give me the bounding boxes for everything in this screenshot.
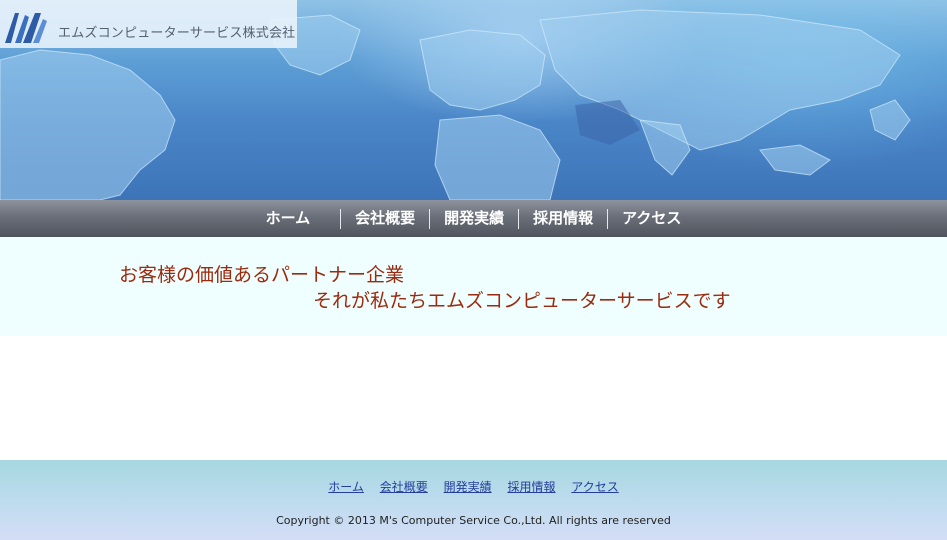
tagline-line-1: お客様の価値あるパートナー企業 xyxy=(119,264,405,286)
footer: ホーム 会社概要 開発実績 採用情報 アクセス Copyright © 2013… xyxy=(0,460,947,540)
nav-item-access[interactable]: アクセス xyxy=(608,200,695,237)
hero-section: お客様の価値あるパートナー企業 それが私たちエムズコンピューターサービスです xyxy=(0,237,947,336)
footer-link-recruit[interactable]: 採用情報 xyxy=(507,480,555,494)
copyright-text: Copyright © 2013 M's Computer Service Co… xyxy=(276,514,671,527)
nav-item-achievements[interactable]: 開発実績 xyxy=(430,200,518,237)
tagline-line-2: それが私たちエムズコンピューターサービスです xyxy=(313,290,731,312)
m-logo-icon xyxy=(5,13,47,43)
header-banner: エムズコンピューターサービス株式会社 xyxy=(0,0,947,200)
footer-link-access[interactable]: アクセス xyxy=(571,480,618,494)
logo-area[interactable]: エムズコンピューターサービス株式会社 xyxy=(0,0,297,48)
footer-links: ホーム 会社概要 開発実績 採用情報 アクセス xyxy=(0,478,947,495)
footer-link-achievements[interactable]: 開発実績 xyxy=(444,480,492,494)
nav-item-recruit[interactable]: 採用情報 xyxy=(519,200,607,237)
footer-link-company[interactable]: 会社概要 xyxy=(380,480,428,494)
company-name: エムズコンピューターサービス株式会社 xyxy=(58,26,296,41)
footer-link-home[interactable]: ホーム xyxy=(328,480,364,494)
nav-item-company[interactable]: 会社概要 xyxy=(341,200,429,237)
main-nav: ホーム 会社概要 開発実績 採用情報 アクセス xyxy=(0,200,947,237)
nav-item-home[interactable]: ホーム xyxy=(252,200,341,237)
